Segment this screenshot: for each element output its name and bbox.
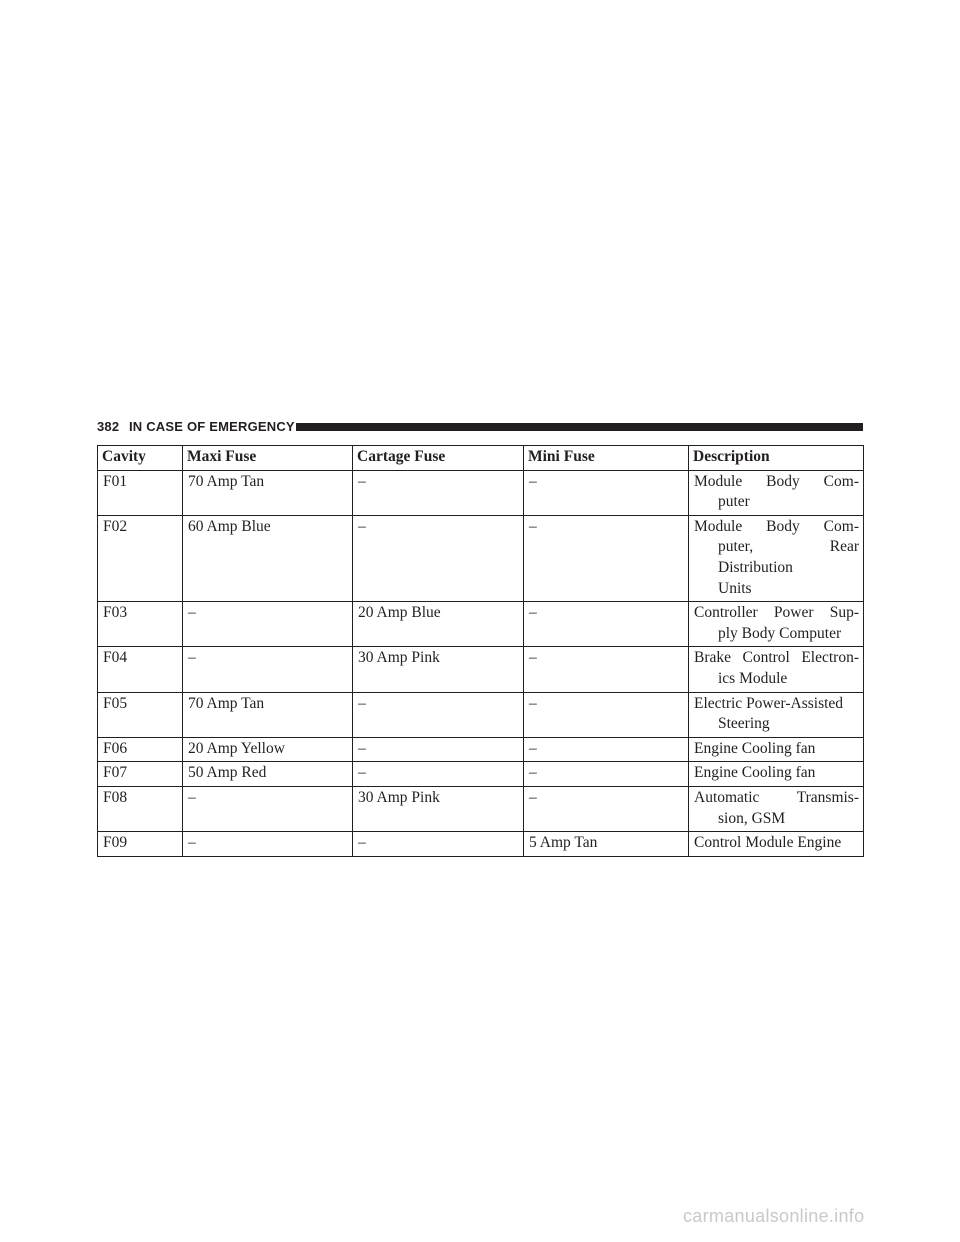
description-line: ics Module	[718, 669, 788, 687]
cell-description: Engine Cooling fan	[688, 736, 864, 763]
cell-cartage-fuse: 30 Amp Pink	[352, 646, 524, 693]
cell-cavity: F07	[97, 761, 183, 787]
cell-cartage-fuse: 20 Amp Blue	[352, 601, 524, 648]
cell-description: Automatic Transmis-sion, GSM	[688, 785, 864, 833]
table-row: F04–30 Amp Pink – Brake Control Electron-i…	[97, 646, 864, 693]
column-header-description: Description	[688, 445, 864, 471]
description-line: Module Body Com-	[694, 517, 859, 535]
section-title: IN CASE OF EMERGENCY	[129, 419, 295, 434]
page-number: 382	[97, 419, 120, 434]
cell-maxi-fuse: 60 Amp Blue	[182, 514, 353, 603]
description-line: Electric Power-Assisted	[694, 694, 844, 712]
cell-maxi-fuse: –	[182, 646, 353, 693]
cell-cavity: F08	[97, 785, 183, 833]
cell-cartage-fuse: 30 Amp Pink	[352, 785, 524, 833]
description-line: Engine Cooling fan	[694, 764, 816, 782]
cell-maxi-fuse: 50 Amp Red	[182, 761, 353, 787]
description-line: sion, GSM	[718, 809, 786, 827]
cell-description: Control Module Engine	[688, 831, 864, 857]
column-header-mini-fuse: Mini Fuse	[523, 445, 689, 471]
cell-cartage-fuse: –	[352, 831, 524, 857]
fuse-table: Cavity Maxi Fuse Cartage Fuse Mini Fuse …	[97, 445, 864, 857]
cell-description: Controller Power Sup-ply Body Computer	[688, 601, 864, 648]
table-row: F06 20 Amp Yellow – – Engine Cooling fan	[97, 736, 864, 763]
description-line: Engine Cooling fan	[694, 739, 816, 757]
cell-cartage-fuse: –	[352, 691, 524, 738]
column-header-cartage-fuse: Cartage Fuse	[352, 445, 524, 471]
description-line: Automatic Transmis-	[694, 788, 859, 806]
cell-cartage-fuse: –	[352, 761, 524, 787]
table-row: F07 50 Amp Red – – Engine Cooling fan	[97, 761, 864, 787]
cell-mini-fuse: –	[523, 736, 689, 763]
cell-maxi-fuse: –	[182, 785, 353, 833]
cell-cavity: F09	[97, 831, 183, 857]
cell-mini-fuse: –	[523, 785, 689, 833]
cell-description: Engine Cooling fan	[688, 761, 864, 787]
description-line: Units	[718, 579, 752, 597]
cell-cavity: F01	[97, 469, 183, 516]
page-header: 382 IN CASE OF EMERGENCY	[97, 419, 863, 435]
description-line: Control Module Engine	[694, 834, 842, 852]
cell-maxi-fuse: –	[182, 601, 353, 648]
cell-cavity: F04	[97, 646, 183, 693]
table-row: F05 70 Amp Tan – – Electric Power-Assisted St…	[97, 691, 864, 738]
table-row: F03–20 Amp Blue – Controller Power Sup-ply…	[97, 601, 864, 648]
cell-cavity: F03	[97, 601, 183, 648]
cell-cartage-fuse: –	[352, 736, 524, 763]
cell-mini-fuse: –	[523, 514, 689, 603]
header-rule	[296, 423, 863, 431]
column-header-cavity: Cavity	[97, 445, 183, 471]
description-line: ply Body Computer	[718, 624, 842, 642]
table-row: F02 60 Amp Blue – – Module Body Com-puter, R…	[97, 514, 864, 603]
cell-cavity: F02	[97, 514, 183, 603]
description-line: Module Body Com-	[694, 472, 859, 490]
description-line: Controller Power Sup-	[694, 604, 859, 622]
cell-maxi-fuse: –	[182, 831, 353, 857]
cell-mini-fuse: –	[523, 691, 689, 738]
cell-cartage-fuse: –	[352, 514, 524, 603]
cell-description: Module Body Com-puter, Rear Distribution…	[688, 514, 864, 603]
table-row: F08–30 Amp Pink – Automatic Transmis-sion,…	[97, 785, 864, 833]
cell-mini-fuse: –	[523, 469, 689, 516]
table-header-row: Cavity Maxi Fuse Cartage Fuse Mini Fuse …	[97, 445, 864, 471]
cell-maxi-fuse: 70 Amp Tan	[182, 691, 353, 738]
cell-mini-fuse: –	[523, 646, 689, 693]
cell-cartage-fuse: –	[352, 469, 524, 516]
cell-description: Electric Power-Assisted Steering	[688, 691, 864, 738]
table-body: F01 70 Amp Tan – – Module Body Com-puter F02 6…	[97, 469, 864, 857]
cell-description: Brake Control Electron-ics Module	[688, 646, 864, 693]
table-row: F01 70 Amp Tan – – Module Body Com-puter	[97, 469, 864, 516]
table-row: F09– –5 Amp Tan Control Module Engine	[97, 831, 864, 857]
watermark: carmanualsonline.info	[683, 1206, 865, 1226]
cell-maxi-fuse: 70 Amp Tan	[182, 469, 353, 516]
description-line: puter	[718, 493, 750, 511]
description-line: puter, Rear Distribution	[718, 538, 859, 576]
cell-maxi-fuse: 20 Amp Yellow	[182, 736, 353, 763]
cell-cavity: F05	[97, 691, 183, 738]
cell-mini-fuse: –	[523, 761, 689, 787]
description-line: Brake Control Electron-	[694, 649, 859, 667]
cell-mini-fuse: 5 Amp Tan	[523, 831, 689, 857]
column-header-maxi-fuse: Maxi Fuse	[182, 445, 353, 471]
cell-description: Module Body Com-puter	[688, 469, 864, 516]
cell-cavity: F06	[97, 736, 183, 763]
description-line: Steering	[718, 715, 770, 733]
cell-mini-fuse: –	[523, 601, 689, 648]
